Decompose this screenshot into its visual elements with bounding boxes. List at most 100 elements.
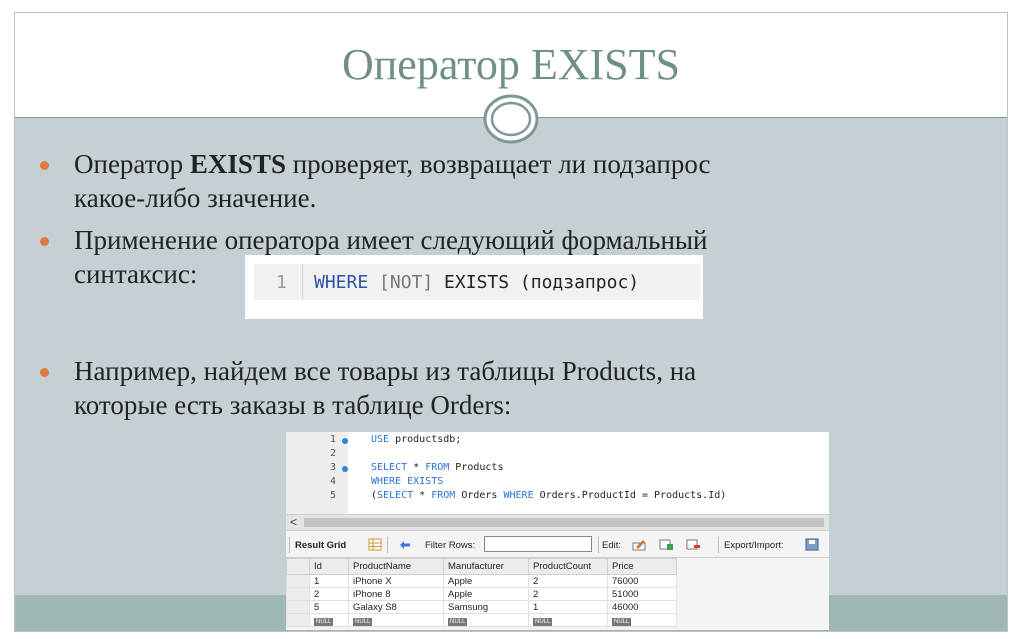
edit-label: Edit: (602, 540, 622, 551)
table-row[interactable]: 5 Galaxy S8 Samsung 1 46000 (286, 600, 677, 614)
export-import-label: Export/Import: (724, 540, 784, 551)
add-row-icon[interactable] (659, 538, 673, 551)
table-cell[interactable]: iPhone X (348, 574, 444, 588)
table-row[interactable]: 1 iPhone X Apple 2 76000 (286, 574, 677, 588)
sql-token: Orders.ProductId = Products.Id) (533, 490, 727, 501)
sql-token: Orders (455, 490, 504, 501)
edit-row-icon[interactable] (632, 538, 646, 551)
bullet-text-line: Оператор EXISTS проверяет, возвращает ли… (74, 148, 711, 181)
editor-code: WHERE EXISTS (371, 476, 443, 487)
result-table: Id ProductName Manufacturer ProductCount Pri… (286, 558, 677, 627)
bullet-dot-icon (40, 161, 49, 170)
bullet-dot-icon (40, 237, 49, 246)
row-selector[interactable] (286, 574, 310, 588)
editor-line-number: 3 (329, 462, 336, 473)
text-segment: Например, найдем все товары из таблицы P… (74, 356, 697, 386)
horizontal-scrollbar[interactable]: < (286, 514, 829, 531)
table-cell[interactable]: NULL (348, 613, 444, 627)
table-cell[interactable]: Apple (443, 574, 529, 588)
table-cell[interactable]: Samsung (443, 600, 529, 614)
table-cell[interactable]: 51000 (607, 587, 677, 601)
toolbar-divider (598, 537, 599, 553)
column-header[interactable]: Manufacturer (443, 558, 529, 575)
table-cell[interactable]: 1 (309, 574, 349, 588)
table-cell[interactable]: NULL (309, 613, 349, 627)
sql-token: Products (449, 462, 504, 473)
result-grid-tab[interactable]: Result Grid (295, 540, 346, 551)
editor-code: (SELECT * FROM Orders WHERE Orders.Produ… (371, 490, 726, 501)
sql-keyword: SELECT (377, 490, 414, 501)
slide-title: Оператор EXISTS (341, 40, 680, 89)
bullet-text-line: которые есть заказы в таблице Orders: (74, 389, 511, 422)
sql-keyword: WHERE EXISTS (371, 476, 444, 487)
toolbar-divider (289, 537, 290, 553)
editor-code: USE productsdb; (371, 434, 461, 445)
null-badge: NULL (448, 617, 468, 626)
syntax-code-line: 1 WHERE [NOT] EXISTS (подзапрос) (254, 264, 700, 300)
syntax-token: EXISTS (подзапрос) (433, 272, 640, 293)
text-segment: Оператор (74, 149, 190, 179)
editor-line-number: 1 (329, 434, 336, 445)
table-cell[interactable]: 76000 (607, 574, 677, 588)
table-cell[interactable]: NULL (607, 613, 677, 627)
export-icon[interactable] (805, 538, 819, 551)
table-cell[interactable]: 2 (309, 587, 349, 601)
table-cell[interactable]: 2 (528, 587, 608, 601)
table-row[interactable]: 2 iPhone 8 Apple 2 51000 (286, 587, 677, 601)
bullet-text-line: какое-либо значение. (74, 182, 316, 215)
scroll-thumb[interactable] (304, 518, 824, 527)
text-segment: какое-либо значение. (74, 183, 317, 213)
sql-keyword: WHERE (503, 490, 534, 501)
column-header[interactable]: Price (607, 558, 677, 575)
null-row[interactable]: NULL NULL NULL NULL NULL (286, 613, 677, 627)
grid-header-row: Id ProductName Manufacturer ProductCount Pri… (286, 558, 677, 575)
refresh-icon[interactable] (398, 538, 412, 551)
ring-ornament-icon (483, 94, 539, 144)
column-header[interactable]: Id (309, 558, 349, 575)
toolbar-divider (387, 537, 388, 553)
bold-keyword: EXISTS (189, 149, 286, 179)
sql-keyword: FROM (431, 490, 456, 501)
result-grid: Id ProductName Manufacturer ProductCount Pri… (286, 558, 706, 627)
sql-keyword: FROM (425, 462, 450, 473)
null-badge: NULL (533, 617, 553, 626)
row-selector[interactable] (286, 600, 310, 614)
sql-editor[interactable]: 1 USE productsdb; 2 3 SELECT * FROM Products… (286, 432, 829, 514)
table-cell[interactable]: Apple (443, 587, 529, 601)
line-number: 1 (276, 272, 287, 293)
editor-line-number: 5 (329, 490, 336, 501)
sql-token: * (407, 462, 426, 473)
bullet-text-line: Например, найдем все товары из таблицы P… (74, 355, 696, 388)
table-cell[interactable]: iPhone 8 (348, 587, 444, 601)
table-cell[interactable]: 1 (528, 600, 608, 614)
syntax-code-box: 1 WHERE [NOT] EXISTS (подзапрос) (245, 255, 703, 319)
table-cell[interactable]: 46000 (607, 600, 677, 614)
grid-icon[interactable] (368, 538, 382, 551)
text-segment: которые есть заказы в таблице Orders: (74, 390, 512, 420)
text-segment: проверяет, возвращает ли подзапрос (285, 149, 711, 179)
table-cell[interactable]: 5 (309, 600, 349, 614)
null-badge: NULL (314, 617, 334, 626)
syntax-token: [NOT] (379, 272, 434, 293)
sql-keyword: USE (371, 434, 396, 445)
scroll-left-icon[interactable]: < (290, 515, 297, 529)
row-selector[interactable] (286, 587, 310, 601)
table-cell[interactable]: Galaxy S8 (348, 600, 444, 614)
column-header[interactable]: ProductName (348, 558, 444, 575)
result-toolbar: Result Grid Filter Rows: Edit: Export/Im… (286, 532, 829, 558)
gutter-divider (302, 264, 303, 300)
sql-token: * (413, 490, 432, 501)
filter-rows-input[interactable] (484, 536, 592, 552)
row-selector[interactable] (286, 613, 310, 627)
syntax-code-text: WHERE [NOT] EXISTS (подзапрос) (314, 272, 639, 293)
table-cell[interactable]: NULL (443, 613, 529, 627)
column-header[interactable]: ProductCount (528, 558, 608, 575)
sql-token: productsdb; (395, 434, 462, 445)
text-segment: синтаксис: (74, 259, 198, 289)
delete-row-icon[interactable] (686, 538, 700, 551)
editor-code: SELECT * FROM Products (371, 462, 503, 473)
row-selector-header (286, 558, 310, 575)
bullet-dot-icon (40, 368, 49, 377)
table-cell[interactable]: NULL (528, 613, 608, 627)
table-cell[interactable]: 2 (528, 574, 608, 588)
